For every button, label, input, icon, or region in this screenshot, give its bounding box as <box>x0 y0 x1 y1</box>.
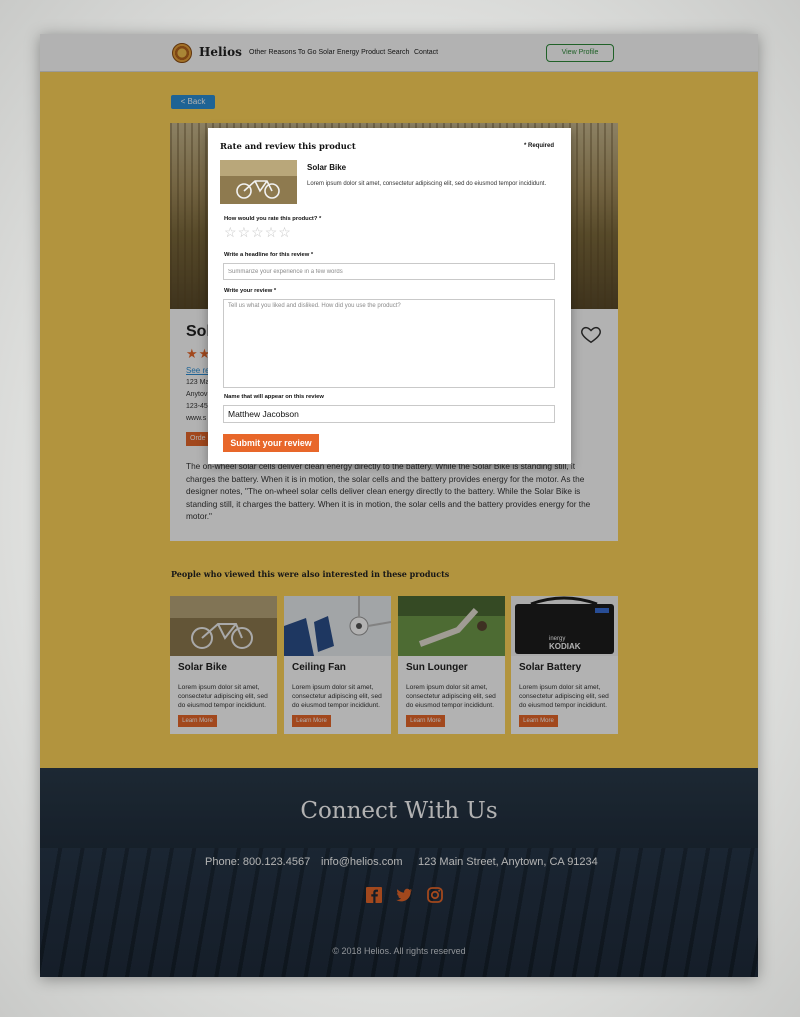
rating-star-icon-2[interactable]: ☆ <box>238 225 251 239</box>
rating-star-icon-3[interactable]: ☆ <box>251 225 264 239</box>
review-textarea[interactable] <box>223 299 555 388</box>
modal-product-name: Solar Bike <box>307 163 347 172</box>
review-label: Write your review * <box>224 288 277 294</box>
name-label: Name that will appear on this review <box>224 394 324 400</box>
display-name-input[interactable] <box>223 405 555 423</box>
browser-page: Helios Other Reasons To Go Solar Energy … <box>40 34 758 977</box>
modal-product-description: Lorem ipsum dolor sit amet, consectetur … <box>307 181 547 187</box>
headline-label: Write a headline for this review * <box>224 252 314 258</box>
rating-star-icon-5[interactable]: ☆ <box>278 225 291 239</box>
product-thumbnail <box>220 160 297 204</box>
review-modal: Rate and review this product * Required … <box>208 128 571 464</box>
rating-star-icon-4[interactable]: ☆ <box>265 225 278 239</box>
headline-input[interactable] <box>223 263 555 280</box>
rating-star-icon-1[interactable]: ☆ <box>224 225 237 239</box>
rating-label: How would you rate this product? * <box>224 216 322 222</box>
required-note: * Required <box>524 143 555 149</box>
rating-stars: ☆ ☆ ☆ ☆ ☆ <box>224 225 291 239</box>
modal-title: Rate and review this product <box>220 141 356 151</box>
submit-review-button[interactable]: Submit your review <box>223 434 319 452</box>
